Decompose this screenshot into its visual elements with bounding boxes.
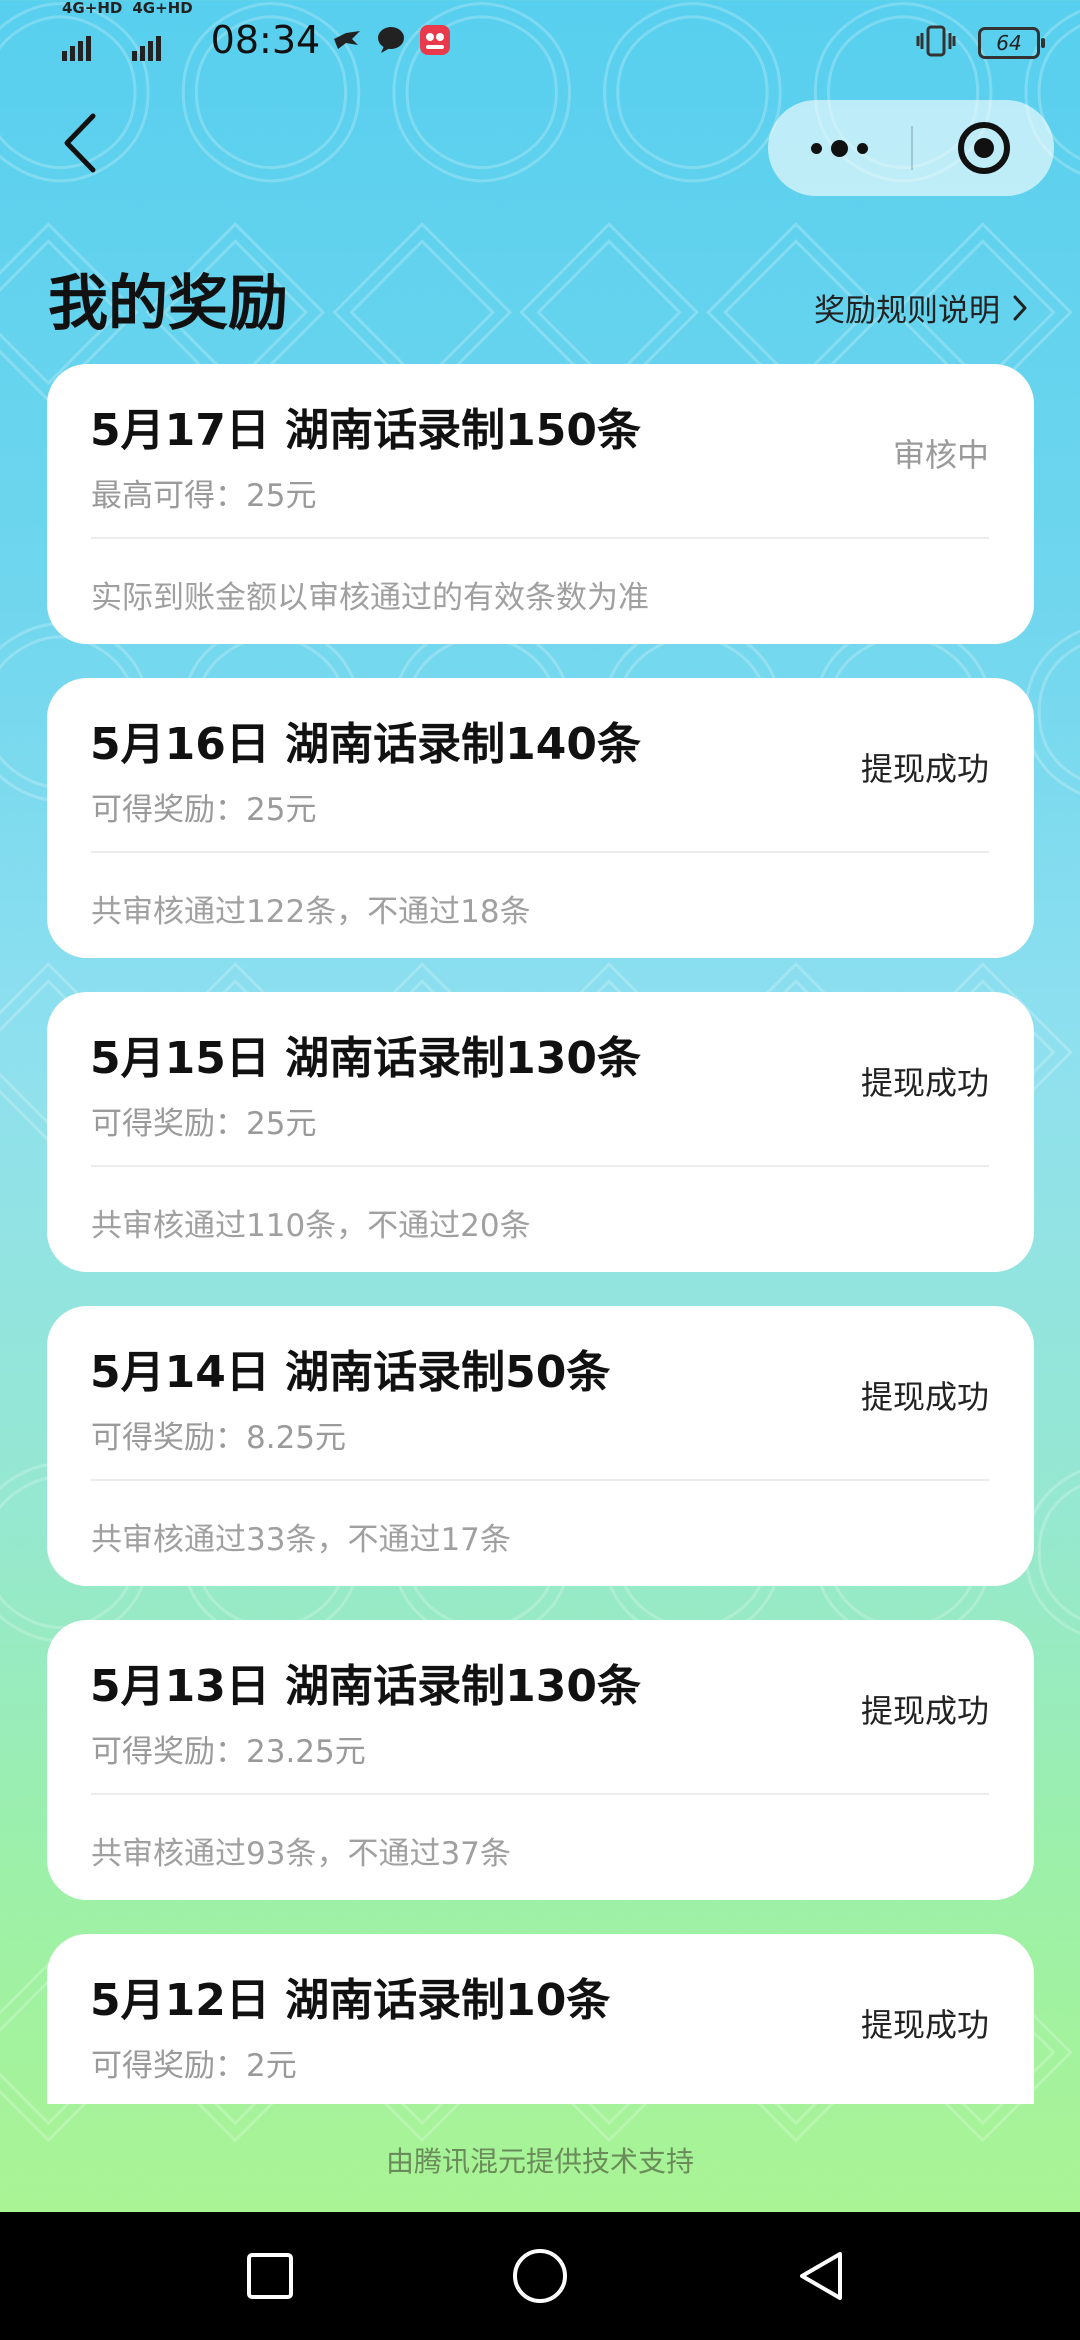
recents-button[interactable] [238,2244,302,2308]
record-reward: 可得奖励：23.25元 [91,1734,366,1770]
record-status: 提现成功 [860,750,989,788]
reward-card[interactable]: 5月13日 湖南话录制130条 可得奖励：23.25元 提现成功 共审核通过93… [47,1620,1034,1900]
record-title: 5月14日 湖南话录制50条 [90,1347,611,1398]
record-note: 共审核通过122条，不通过18条 [91,894,531,930]
network-type-label-2: 4G+HD [132,0,193,17]
record-reward: 可得奖励：25元 [91,1106,317,1142]
record-reward: 可得奖励：25元 [91,792,317,828]
record-status: 提现成功 [860,2006,989,2044]
card-divider [91,851,989,853]
powered-by-note: 由腾讯混元提供技术支持 [385,2145,694,2178]
record-reward: 最高可得：25元 [91,478,317,514]
circle-icon [513,2249,567,2303]
card-divider [91,1479,989,1481]
record-title: 5月16日 湖南话录制140条 [90,719,642,770]
target-icon [957,122,1010,174]
record-note: 实际到账金额以审核通过的有效条数为准 [91,580,649,616]
chat-bubble-icon [374,23,408,57]
reward-list: 5月17日 湖南话录制150条 最高可得：25元 审核中 实际到账金额以审核通过… [47,364,1034,2104]
reward-rules-link[interactable]: 奖励规则说明 [814,285,1028,330]
mini-program-capsule [768,100,1054,196]
reward-card[interactable]: 5月17日 湖南话录制150条 最高可得：25元 审核中 实际到账金额以审核通过… [47,364,1034,644]
card-divider [91,537,989,539]
status-bar: 4G+HD 4G+HD 08:34 64 [0,0,1080,90]
close-button[interactable] [913,100,1054,196]
back-nav-button[interactable] [790,2244,854,2308]
record-status: 提现成功 [860,1064,989,1102]
reward-card[interactable]: 5月16日 湖南话录制140条 可得奖励：25元 提现成功 共审核通过122条，… [47,678,1034,958]
home-button[interactable] [508,2244,572,2308]
cellular-signal-1: 4G+HD [62,1,122,61]
card-divider [91,1793,989,1795]
record-title: 5月17日 湖南话录制150条 [90,405,642,456]
battery-icon: 64 [978,27,1045,59]
chevron-right-icon [1013,295,1027,320]
square-icon [247,2253,293,2299]
triangle-back-icon [800,2252,842,2300]
reward-rules-label: 奖励规则说明 [814,293,1000,329]
record-status: 提现成功 [860,1692,989,1730]
reward-card[interactable]: 5月15日 湖南话录制130条 可得奖励：25元 提现成功 共审核通过110条，… [47,992,1034,1272]
battery-level: 64 [996,31,1022,55]
reward-card[interactable]: 5月14日 湖南话录制50条 可得奖励：8.25元 提现成功 共审核通过33条，… [47,1306,1034,1586]
system-navigation-bar [0,2212,1080,2340]
app-notification-icon [418,23,452,57]
record-title: 5月12日 湖南话录制10条 [90,1975,611,2026]
record-reward: 可得奖励：8.25元 [91,1420,347,1456]
record-note: 共审核通过33条，不通过17条 [91,1522,511,1558]
page-title: 我的奖励 [48,269,288,339]
record-note: 共审核通过110条，不通过20条 [91,1208,531,1244]
record-reward: 可得奖励：2元 [91,2048,297,2084]
vibrate-icon [916,24,956,62]
signal-bars-icon [132,36,192,61]
card-divider [91,1165,989,1167]
clock: 08:34 [210,18,321,62]
signal-bars-icon [62,36,122,61]
record-status: 提现成功 [860,1378,989,1416]
back-button[interactable] [55,108,115,178]
more-button[interactable] [768,100,911,196]
more-dots-icon [811,139,868,157]
bird-notification-icon [330,23,364,57]
chevron-left-icon [64,113,96,173]
record-title: 5月13日 湖南话录制130条 [90,1661,642,1712]
cellular-signal-2: 4G+HD [132,1,193,61]
reward-card[interactable]: 5月12日 湖南话录制10条 可得奖励：2元 提现成功 [47,1934,1034,2104]
network-type-label-1: 4G+HD [62,0,123,17]
record-title: 5月15日 湖南话录制130条 [90,1033,642,1084]
record-note: 共审核通过93条，不通过37条 [91,1836,511,1872]
record-status: 审核中 [892,436,989,474]
